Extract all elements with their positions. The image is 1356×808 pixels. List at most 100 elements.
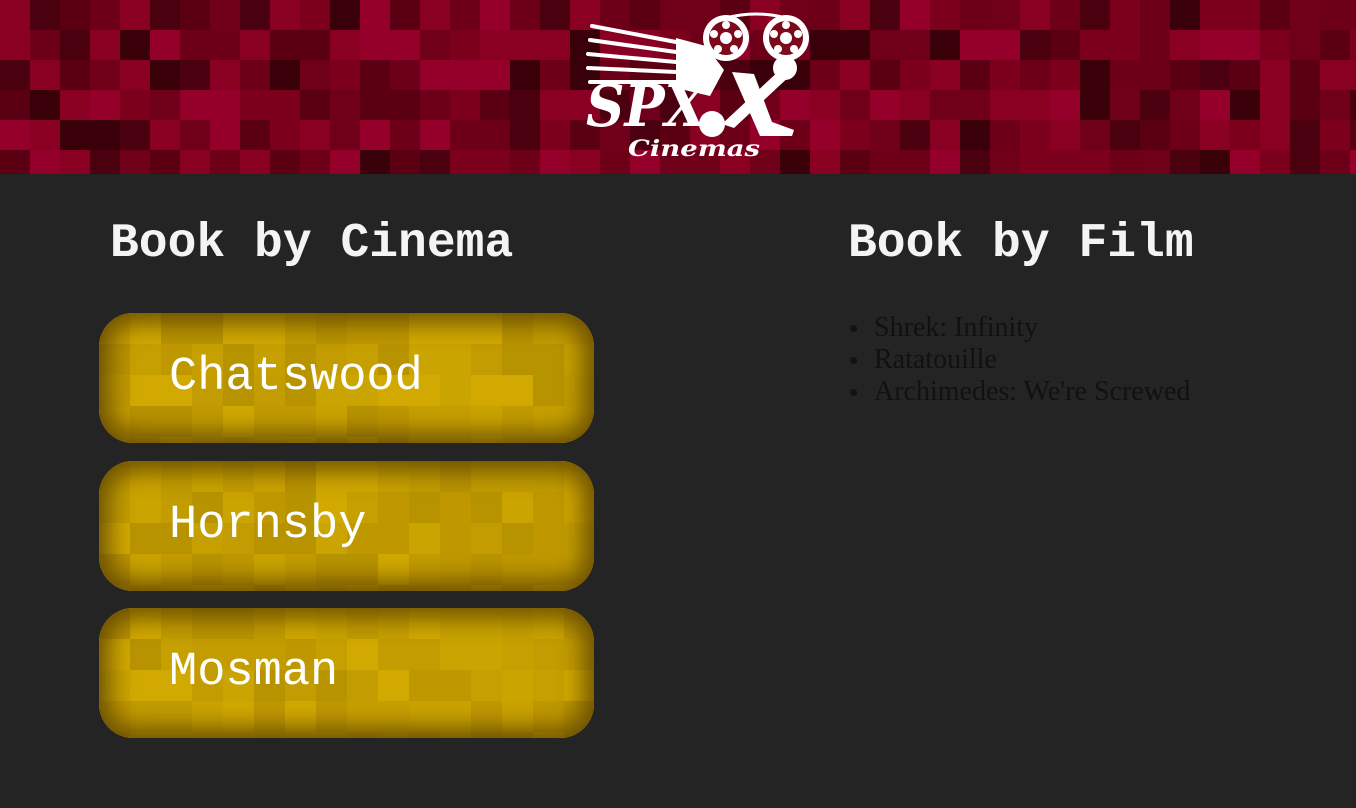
mosaic-tile bbox=[390, 120, 420, 150]
mosaic-tile bbox=[900, 30, 930, 60]
mosaic-tile bbox=[960, 150, 990, 174]
cinema-button-mosman[interactable]: Mosman bbox=[99, 608, 594, 738]
mosaic-tile bbox=[1260, 150, 1290, 174]
mosaic-tile bbox=[480, 150, 510, 174]
mosaic-tile bbox=[360, 0, 390, 30]
mosaic-tile bbox=[210, 90, 240, 120]
mosaic-tile bbox=[450, 60, 480, 90]
mosaic-tile bbox=[270, 60, 300, 90]
mosaic-tile bbox=[0, 90, 30, 120]
mosaic-tile bbox=[840, 60, 870, 90]
mosaic-tile bbox=[270, 30, 300, 60]
mosaic-tile bbox=[1200, 0, 1230, 30]
mosaic-tile bbox=[990, 120, 1020, 150]
mosaic-tile bbox=[150, 150, 180, 174]
mosaic-tile bbox=[330, 150, 360, 174]
mosaic-tile bbox=[1110, 30, 1140, 60]
mosaic-tile bbox=[1200, 150, 1230, 174]
mosaic-tile bbox=[510, 30, 540, 60]
mosaic-tile bbox=[1290, 120, 1320, 150]
mosaic-tile bbox=[1290, 150, 1320, 174]
mosaic-tile bbox=[1020, 90, 1050, 120]
mosaic-tile bbox=[840, 120, 870, 150]
mosaic-tile bbox=[540, 30, 570, 60]
mosaic-tile bbox=[240, 150, 270, 174]
mosaic-tile bbox=[1170, 0, 1200, 30]
mosaic-tile bbox=[480, 30, 510, 60]
film-list-item[interactable]: Ratatouille bbox=[849, 344, 1190, 376]
mosaic-tile bbox=[1320, 0, 1350, 30]
mosaic-tile bbox=[210, 120, 240, 150]
mosaic-tile bbox=[0, 60, 30, 90]
mosaic-tile bbox=[60, 60, 90, 90]
mosaic-tile bbox=[120, 0, 150, 30]
mosaic-tile bbox=[30, 30, 60, 60]
film-list-item[interactable]: Shrek: Infinity bbox=[849, 312, 1190, 344]
mosaic-tile bbox=[1230, 0, 1260, 30]
cinema-button-hornsby[interactable]: Hornsby bbox=[99, 461, 594, 591]
mosaic-tile bbox=[1230, 150, 1260, 174]
cinema-button-chatswood[interactable]: Chatswood bbox=[99, 313, 594, 443]
mosaic-tile bbox=[300, 60, 330, 90]
mosaic-tile bbox=[0, 150, 30, 174]
mosaic-tile bbox=[420, 150, 450, 174]
mosaic-tile bbox=[210, 150, 240, 174]
mosaic-tile bbox=[960, 120, 990, 150]
mosaic-tile bbox=[1170, 150, 1200, 174]
mosaic-tile bbox=[450, 90, 480, 120]
logo-brand-text: SPX bbox=[586, 72, 708, 140]
mosaic-tile bbox=[150, 90, 180, 120]
mosaic-tile bbox=[180, 60, 210, 90]
mosaic-tile bbox=[1260, 120, 1290, 150]
mosaic-tile bbox=[90, 90, 120, 120]
mosaic-tile bbox=[1230, 90, 1260, 120]
mosaic-tile bbox=[510, 0, 540, 30]
mosaic-tile bbox=[450, 0, 480, 30]
mosaic-tile bbox=[900, 90, 930, 120]
mosaic-tile bbox=[870, 90, 900, 120]
mosaic-tile bbox=[420, 120, 450, 150]
mosaic-tile bbox=[0, 30, 30, 60]
mosaic-tile bbox=[930, 120, 960, 150]
mosaic-tile bbox=[30, 150, 60, 174]
mosaic-tile bbox=[1260, 90, 1290, 120]
mosaic-tile bbox=[30, 0, 60, 30]
mosaic-tile bbox=[1320, 120, 1350, 150]
mosaic-tile bbox=[1200, 120, 1230, 150]
mosaic-tile bbox=[1110, 120, 1140, 150]
film-reel-projector-icon[interactable]: SPX Cinemas bbox=[584, 12, 816, 162]
mosaic-tile bbox=[360, 30, 390, 60]
mosaic-tile bbox=[1200, 60, 1230, 90]
mosaic-tile bbox=[1260, 0, 1290, 30]
mosaic-tile bbox=[840, 0, 870, 30]
logo-subtitle-text: Cinemas bbox=[628, 136, 760, 162]
film-list-item[interactable]: Archimedes: We're Screwed bbox=[849, 376, 1190, 408]
mosaic-tile bbox=[990, 60, 1020, 90]
mosaic-tile bbox=[30, 90, 60, 120]
mosaic-tile bbox=[390, 150, 420, 174]
book-by-film-heading: Book by Film bbox=[848, 217, 1194, 271]
mosaic-tile bbox=[1350, 0, 1356, 30]
mosaic-tile bbox=[330, 0, 360, 30]
mosaic-tile bbox=[1140, 30, 1170, 60]
mosaic-tile bbox=[1020, 120, 1050, 150]
mosaic-tile bbox=[120, 120, 150, 150]
mosaic-tile bbox=[60, 120, 90, 150]
mosaic-tile bbox=[960, 30, 990, 60]
mosaic-tile bbox=[1020, 150, 1050, 174]
mosaic-tile bbox=[390, 30, 420, 60]
mosaic-tile bbox=[300, 0, 330, 30]
mosaic-tile bbox=[270, 0, 300, 30]
mosaic-tile bbox=[1050, 30, 1080, 60]
mosaic-tile bbox=[420, 60, 450, 90]
mosaic-tile bbox=[1140, 0, 1170, 30]
mosaic-tile bbox=[1290, 30, 1320, 60]
mosaic-tile bbox=[420, 0, 450, 30]
mosaic-tile bbox=[300, 150, 330, 174]
mosaic-tile bbox=[390, 0, 420, 30]
mosaic-tile bbox=[870, 30, 900, 60]
mosaic-tile bbox=[930, 150, 960, 174]
mosaic-tile bbox=[1260, 30, 1290, 60]
mosaic-tile bbox=[90, 0, 120, 30]
mosaic-tile bbox=[960, 0, 990, 30]
